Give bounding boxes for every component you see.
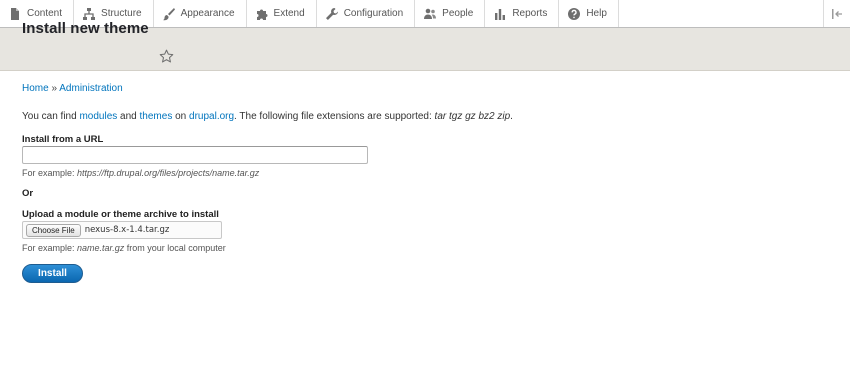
intro-text-part: . The following file extensions are supp…	[234, 111, 435, 122]
toolbar-item-label: Reports	[512, 8, 548, 19]
hint-suffix: from your local computer	[124, 243, 226, 253]
toolbar-item-label: People	[442, 8, 474, 19]
selected-file-name: nexus-8.x-1.4.tar.gz	[84, 225, 170, 235]
paintbrush-icon	[162, 7, 175, 20]
upload-field-label: Upload a module or theme archive to inst…	[22, 209, 219, 220]
or-separator: Or	[22, 188, 34, 199]
modules-link[interactable]: modules	[79, 111, 117, 122]
orientation-toggle-button[interactable]	[823, 0, 850, 27]
intro-text-part: and	[117, 111, 140, 122]
toolbar-item-people[interactable]: People	[415, 0, 486, 27]
orientation-toggle-icon	[832, 8, 842, 19]
url-field-hint: For example: https://ftp.drupal.org/file…	[22, 168, 259, 178]
intro-text-part: .	[510, 111, 513, 122]
toolbar-item-label: Structure	[101, 8, 142, 19]
breadcrumb-home-link[interactable]: Home	[22, 83, 49, 94]
star-icon[interactable]	[159, 49, 174, 64]
file-upload-field[interactable]: Choose File nexus-8.x-1.4.tar.gz	[22, 221, 222, 239]
url-field-label: Install from a URL	[22, 134, 104, 145]
install-button[interactable]: Install	[22, 264, 83, 283]
toolbar-item-reports[interactable]: Reports	[485, 0, 560, 27]
puzzle-icon	[256, 9, 268, 20]
toolbar-item-appearance[interactable]: Appearance	[154, 0, 247, 27]
help-icon	[568, 7, 581, 20]
toolbar-item-label: Help	[586, 8, 607, 19]
intro-text-part: You can find	[22, 111, 80, 122]
url-input[interactable]	[22, 146, 368, 164]
breadcrumb: Home » Administration	[22, 83, 123, 94]
upload-field-hint: For example: name.tar.gz from your local…	[22, 243, 226, 253]
toolbar-item-label: Extend	[273, 8, 305, 19]
page-title: Install new theme	[22, 20, 149, 37]
toolbar-item-help[interactable]: Help	[559, 0, 619, 27]
wrench-icon	[325, 7, 338, 20]
supported-extensions: tar tgz gz bz2 zip	[434, 111, 511, 122]
toolbar-item-label: Content	[27, 8, 63, 19]
breadcrumb-separator: »	[51, 83, 58, 94]
choose-file-button[interactable]: Choose File	[26, 223, 81, 237]
intro-text-part: on	[172, 111, 190, 122]
hint-example: name.tar.gz	[77, 243, 125, 253]
drupal-org-link[interactable]: drupal.org	[189, 111, 234, 122]
toolbar-item-label: Configuration	[343, 8, 404, 19]
toolbar-item-extend[interactable]: Extend	[247, 0, 317, 27]
breadcrumb-administration-link[interactable]: Administration	[59, 83, 122, 94]
toolbar-item-configuration[interactable]: Configuration	[317, 0, 416, 27]
sitemap-icon	[83, 7, 96, 20]
document-icon	[11, 7, 19, 20]
people-icon	[424, 8, 437, 19]
hint-example: https://ftp.drupal.org/files/projects/na…	[77, 168, 260, 178]
bar-chart-icon	[495, 8, 506, 20]
intro-text: You can find modules and themes on drupa…	[22, 111, 513, 122]
themes-link[interactable]: themes	[140, 111, 173, 122]
hint-prefix: For example:	[22, 243, 78, 253]
toolbar-item-label: Appearance	[180, 8, 235, 19]
hint-prefix: For example:	[22, 168, 78, 178]
